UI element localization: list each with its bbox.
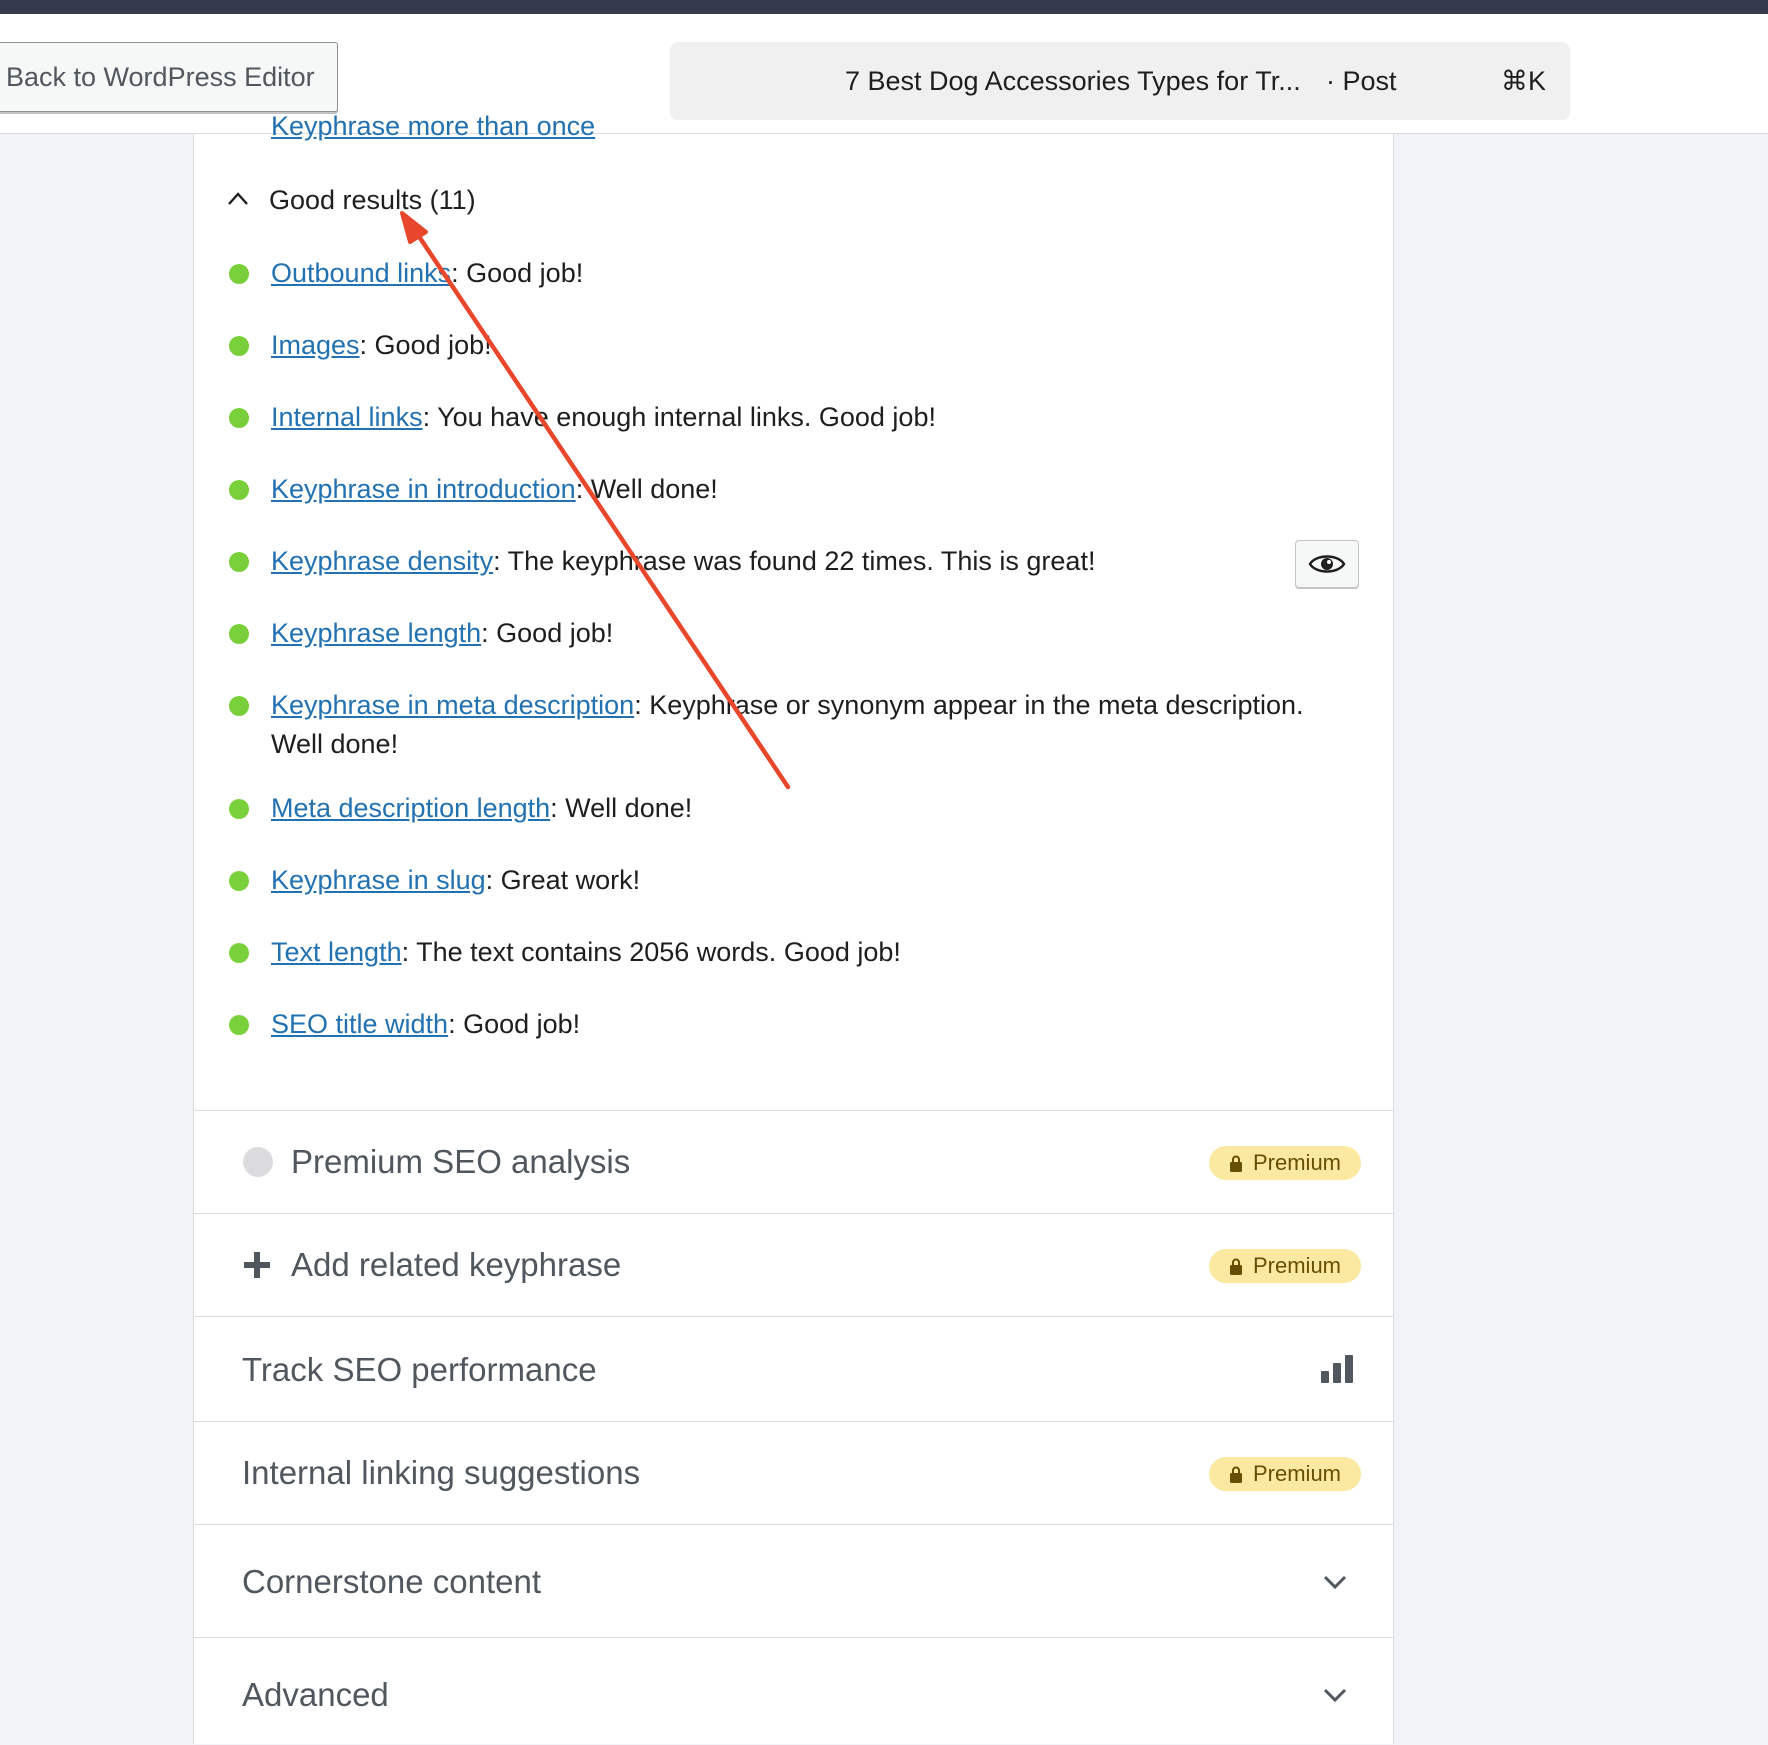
premium-badge: Premium xyxy=(1209,1146,1361,1180)
good-bullet xyxy=(229,480,249,500)
result-link[interactable]: Outbound links xyxy=(271,258,451,288)
add-related-keyphrase-section[interactable]: Add related keyphrase Premium xyxy=(194,1213,1393,1317)
chevron-down-icon xyxy=(1323,1575,1347,1590)
good-bullet xyxy=(229,624,249,644)
result-text: : The text contains 2056 words. Good job… xyxy=(401,937,901,967)
bar-chart-icon xyxy=(1321,1355,1353,1383)
result-text: : Good job! xyxy=(481,618,614,648)
section-label: Advanced xyxy=(242,1676,389,1713)
eye-icon xyxy=(1308,555,1346,573)
section-label: Cornerstone content xyxy=(242,1563,542,1600)
advanced-section[interactable]: Advanced xyxy=(194,1637,1393,1745)
result-text: : Well done! xyxy=(550,793,693,823)
command-bar-title: 7 Best Dog Accessories Types for Tr... xyxy=(845,66,1301,96)
good-bullet xyxy=(229,552,249,572)
good-bullet xyxy=(229,408,249,428)
result-text: : Good job! xyxy=(359,330,492,360)
top-strip xyxy=(0,0,1768,14)
chevron-down-icon xyxy=(1323,1688,1347,1703)
lock-icon xyxy=(1230,1466,1242,1483)
result-link[interactable]: Meta description length xyxy=(271,793,550,823)
premium-seo-analysis-section[interactable]: Premium SEO analysis Premium xyxy=(194,1110,1393,1214)
chevron-up-icon xyxy=(228,192,248,205)
section-label: Premium SEO analysis xyxy=(291,1143,631,1180)
command-bar-shortcut: ⌘K xyxy=(1501,66,1547,96)
result-text: : You have enough internal links. Good j… xyxy=(422,402,936,432)
premium-badge-label: Premium xyxy=(1253,1253,1342,1278)
premium-badge-label: Premium xyxy=(1253,1150,1342,1175)
lock-icon xyxy=(1230,1258,1242,1275)
good-bullet xyxy=(229,871,249,891)
back-to-editor-button[interactable]: Back to WordPress Editor xyxy=(0,42,338,112)
command-bar-post-type: · Post xyxy=(1326,66,1397,96)
good-bullet xyxy=(229,799,249,819)
good-bullet xyxy=(229,264,249,284)
good-bullet xyxy=(229,1015,249,1035)
result-text: : Well done! xyxy=(575,474,718,504)
result-link[interactable]: Text length xyxy=(271,937,402,967)
result-link[interactable]: SEO title width xyxy=(271,1009,448,1039)
good-results-toggle[interactable]: Good results (11) xyxy=(227,180,627,220)
lock-icon xyxy=(1230,1155,1242,1172)
premium-badge: Premium xyxy=(1209,1457,1361,1491)
result-link[interactable]: Keyphrase in meta description xyxy=(271,690,634,720)
result-link[interactable]: Keyphrase length xyxy=(271,618,481,648)
premium-badge-label: Premium xyxy=(1253,1461,1342,1486)
good-bullet xyxy=(229,943,249,963)
result-link[interactable]: Images xyxy=(271,330,360,360)
result-text: : The keyphrase was found 22 times. This… xyxy=(493,546,1096,576)
section-label: Add related keyphrase xyxy=(291,1246,622,1283)
good-bullet xyxy=(229,696,249,716)
good-bullet xyxy=(229,336,249,356)
internal-linking-suggestions-section[interactable]: Internal linking suggestions Premium xyxy=(194,1421,1393,1525)
yoast-seo-panel: Keyphrase more than once Good results (1… xyxy=(193,111,1394,1745)
result-link[interactable]: Keyphrase in introduction xyxy=(271,474,576,504)
good-results-heading: Good results (11) xyxy=(269,185,476,215)
result-link[interactable]: Keyphrase density xyxy=(271,546,493,576)
cornerstone-content-section[interactable]: Cornerstone content xyxy=(194,1524,1393,1638)
result-text: : Great work! xyxy=(485,865,641,895)
command-bar[interactable]: 7 Best Dog Accessories Types for Tr... ·… xyxy=(670,42,1570,120)
grey-status-dot xyxy=(243,1147,273,1177)
result-text: : Good job! xyxy=(448,1009,581,1039)
premium-badge: Premium xyxy=(1209,1249,1361,1283)
cutoff-link[interactable]: Keyphrase more than once xyxy=(271,106,595,146)
section-label: Internal linking suggestions xyxy=(242,1454,641,1491)
track-seo-performance-section[interactable]: Track SEO performance xyxy=(194,1316,1393,1422)
keyphrase-density-highlight-button[interactable] xyxy=(1295,540,1359,588)
editor-header: Back to WordPress Editor 7 Best Dog Acce… xyxy=(0,14,1768,134)
result-link[interactable]: Keyphrase in slug xyxy=(271,865,486,895)
plus-icon xyxy=(244,1252,270,1278)
section-label: Track SEO performance xyxy=(242,1351,597,1388)
result-link[interactable]: Internal links xyxy=(271,402,423,432)
result-text: : Good job! xyxy=(451,258,584,288)
